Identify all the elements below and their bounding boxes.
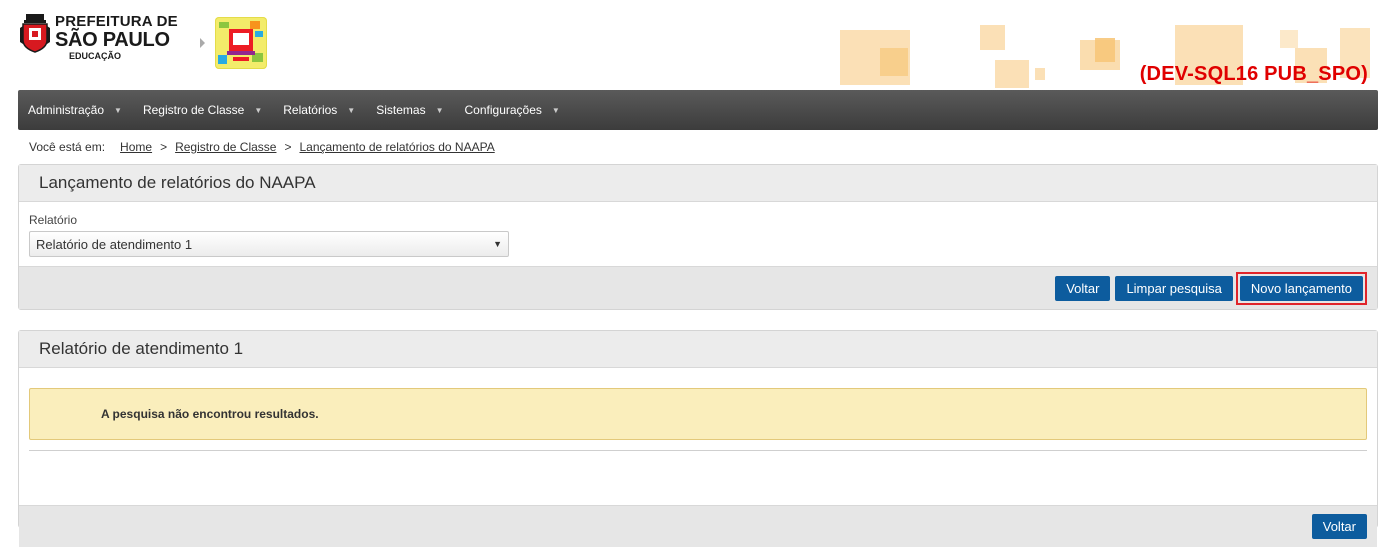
results-divider bbox=[29, 450, 1367, 451]
new-entry-button[interactable]: Novo lançamento bbox=[1239, 275, 1363, 301]
results-back-button[interactable]: Voltar bbox=[1311, 514, 1367, 539]
caret-down-icon: ▼ bbox=[254, 105, 263, 115]
main-navbar: Administração ▼ Registro de Classe ▼ Rel… bbox=[18, 90, 1378, 130]
breadcrumb-current-link[interactable]: Lançamento de relatórios do NAAPA bbox=[299, 140, 494, 154]
breadcrumb-home-link[interactable]: Home bbox=[120, 140, 152, 154]
breadcrumb-prefix: Você está em: bbox=[29, 140, 106, 154]
relatorio-select-value: Relatório de atendimento 1 bbox=[36, 236, 193, 252]
clear-search-button[interactable]: Limpar pesquisa bbox=[1115, 275, 1233, 301]
relatorio-field-label: Relatório bbox=[29, 213, 78, 227]
nav-item-administracao[interactable]: Administração ▼ bbox=[28, 103, 122, 117]
breadcrumb-separator: > bbox=[284, 140, 292, 154]
nav-item-configuracoes[interactable]: Configurações ▼ bbox=[465, 103, 560, 117]
results-panel: Relatório de atendimento 1 A pesquisa nã… bbox=[18, 330, 1378, 547]
nav-item-label: Registro de Classe bbox=[142, 103, 245, 117]
results-panel-body: A pesquisa não encontrou resultados. bbox=[19, 388, 1377, 505]
search-panel: Lançamento de relatórios do NAAPA Relató… bbox=[18, 164, 1378, 310]
relatorio-select[interactable]: Relatório de atendimento 1 ▼ bbox=[29, 231, 509, 257]
nav-item-registro-de-classe[interactable]: Registro de Classe ▼ bbox=[143, 103, 262, 117]
city-crest-icon bbox=[20, 14, 50, 54]
no-results-alert: A pesquisa não encontrou resultados. bbox=[29, 388, 1367, 440]
page-header: PREFEITURA DE SÃO PAULO EDUCAÇÃO (DEV-SQ… bbox=[0, 0, 1386, 90]
nav-item-label: Sistemas bbox=[376, 103, 426, 117]
nav-item-label: Administração bbox=[28, 103, 105, 117]
results-panel-footer: Voltar bbox=[19, 505, 1377, 547]
nav-item-label: Relatórios bbox=[283, 103, 338, 117]
logo-line-2: SÃO PAULO bbox=[55, 29, 170, 51]
caret-down-icon: ▼ bbox=[347, 105, 356, 115]
results-panel-title: Relatório de atendimento 1 bbox=[19, 331, 1377, 368]
breadcrumb: Você está em: Home > Registro de Classe … bbox=[29, 140, 495, 154]
search-panel-body: Relatório Relatório de atendimento 1 ▼ bbox=[19, 202, 1377, 266]
search-panel-footer: Voltar Limpar pesquisa Novo lançamento bbox=[19, 266, 1377, 309]
logo-line-3: EDUCAÇÃO bbox=[69, 51, 122, 61]
breadcrumb-separator: > bbox=[160, 140, 168, 154]
search-panel-title: Lançamento de relatórios do NAAPA bbox=[19, 165, 1377, 202]
caret-down-icon: ▼ bbox=[435, 105, 444, 115]
back-button[interactable]: Voltar bbox=[1055, 275, 1111, 301]
caret-down-icon: ▼ bbox=[114, 105, 122, 115]
chevron-down-icon: ▼ bbox=[493, 239, 502, 249]
logo-separator-arrow-icon bbox=[200, 38, 205, 48]
breadcrumb-registro-link[interactable]: Registro de Classe bbox=[175, 140, 276, 154]
prefeitura-logo[interactable]: PREFEITURA DE SÃO PAULO EDUCAÇÃO bbox=[20, 14, 178, 61]
logo-line-1: PREFEITURA DE bbox=[55, 13, 178, 30]
app-logo-icon[interactable] bbox=[215, 17, 267, 69]
new-entry-highlight: Novo lançamento bbox=[1235, 271, 1367, 305]
nav-item-sistemas[interactable]: Sistemas ▼ bbox=[376, 103, 443, 117]
environment-tag: (DEV-SQL16 PUB_SPO) bbox=[1139, 63, 1368, 85]
caret-down-icon: ▼ bbox=[551, 105, 560, 115]
nav-item-relatorios[interactable]: Relatórios ▼ bbox=[283, 103, 355, 117]
nav-item-label: Configurações bbox=[464, 103, 542, 117]
